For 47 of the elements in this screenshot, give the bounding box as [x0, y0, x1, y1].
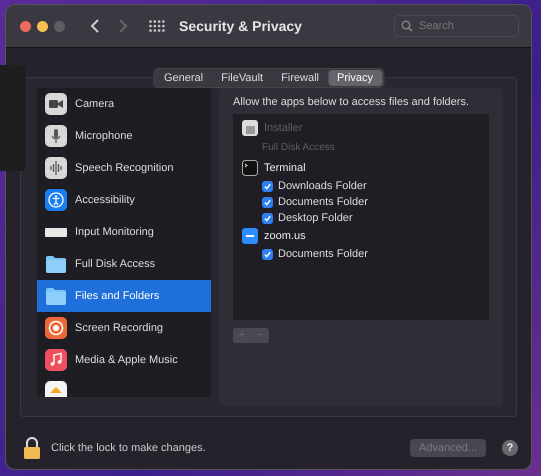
close-button[interactable]: [20, 20, 31, 32]
search-field[interactable]: Search: [394, 15, 519, 37]
music-note-icon: [45, 349, 67, 371]
lock-message: Click the lock to make changes.: [51, 442, 206, 454]
app-name: Installer: [264, 122, 303, 134]
category-item[interactable]: Screen Recording: [37, 312, 211, 344]
checkbox[interactable]: [262, 196, 273, 208]
tab[interactable]: FileVault: [212, 70, 272, 86]
camera-icon: [45, 93, 67, 115]
tab[interactable]: General: [154, 70, 212, 86]
search-icon: [401, 20, 413, 32]
lock-icon[interactable]: [23, 437, 41, 459]
category-item[interactable]: Files and Folders: [37, 280, 211, 312]
checkbox[interactable]: [262, 180, 273, 192]
app-note: Full Disk Access: [261, 141, 336, 155]
record-icon: [45, 317, 67, 339]
back-icon[interactable]: [89, 18, 101, 34]
category-item[interactable]: Accessibility: [37, 184, 211, 216]
folder-label: Documents Folder: [278, 196, 368, 208]
category-item[interactable]: Microphone: [37, 120, 211, 152]
terminal-icon: [242, 160, 258, 176]
category-item[interactable]: Media & Apple Music: [37, 344, 211, 376]
help-button[interactable]: ?: [502, 440, 518, 456]
checkbox[interactable]: [262, 248, 273, 260]
description-text: Allow the apps below to access files and folders.: [233, 96, 470, 108]
minimize-button[interactable]: [37, 20, 48, 32]
app-name: Terminal: [264, 162, 306, 174]
accessibility-icon: [45, 189, 67, 211]
window-title: Security & Privacy: [179, 18, 302, 34]
microphone-icon: [45, 125, 67, 147]
category-item[interactable]: Camera: [37, 88, 211, 120]
tab[interactable]: Privacy: [328, 70, 382, 86]
folder-label: Downloads Folder: [278, 180, 367, 192]
house-icon: [45, 381, 67, 397]
waveform-icon: [45, 157, 67, 179]
tab[interactable]: Firewall: [272, 70, 328, 86]
checkbox[interactable]: [262, 212, 273, 224]
folder-icon: [45, 253, 67, 275]
app-name: zoom.us: [264, 230, 306, 242]
folder-label: Desktop Folder: [278, 212, 353, 224]
folder-label: Documents Folder: [278, 248, 368, 260]
installer-icon: [242, 120, 258, 136]
category-item[interactable]: Speech Recognition: [37, 152, 211, 184]
category-item[interactable]: Full Disk Access: [37, 248, 211, 280]
folder-icon: [45, 285, 67, 307]
grid-icon[interactable]: [149, 20, 165, 32]
category-item[interactable]: Input Monitoring: [37, 216, 211, 248]
